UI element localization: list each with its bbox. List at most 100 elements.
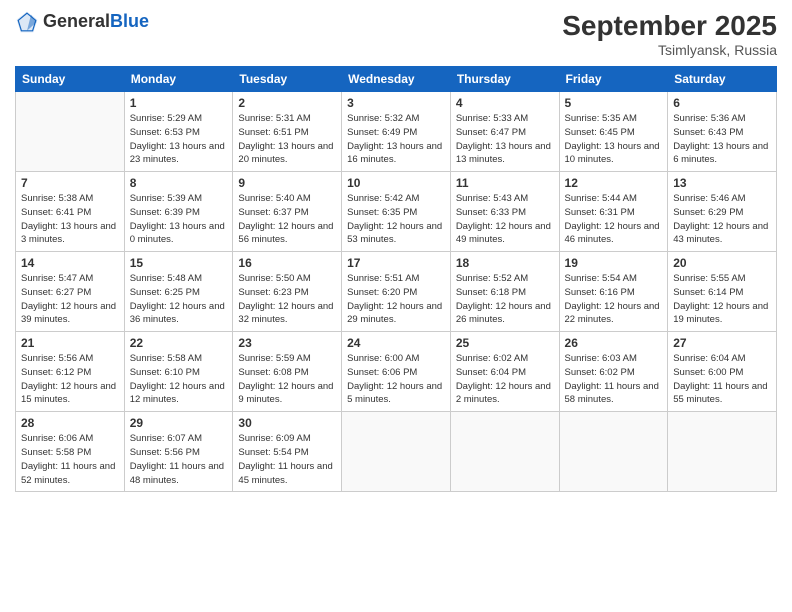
day-number: 5 (565, 96, 663, 110)
day-number: 10 (347, 176, 445, 190)
calendar-table: SundayMondayTuesdayWednesdayThursdayFrid… (15, 66, 777, 492)
cell-info: Sunrise: 5:59 AMSunset: 6:08 PMDaylight:… (238, 352, 336, 407)
calendar-cell: 2 Sunrise: 5:31 AMSunset: 6:51 PMDaylight… (233, 92, 342, 172)
day-number: 27 (673, 336, 771, 350)
calendar-cell: 28 Sunrise: 6:06 AMSunset: 5:58 PMDayligh… (16, 412, 125, 492)
calendar-cell: 13Sunrise: 5:46 AMSunset: 6:29 PMDayligh… (668, 172, 777, 252)
day-number: 18 (456, 256, 554, 270)
cell-info: Sunrise: 6:03 AMSunset: 6:02 PMDaylight:… (565, 352, 663, 407)
calendar-cell: 26 Sunrise: 6:03 AMSunset: 6:02 PMDayligh… (559, 332, 668, 412)
cell-info: Sunrise: 6:04 AMSunset: 6:00 PMDaylight:… (673, 352, 771, 407)
logo-general: General (43, 11, 110, 31)
page: GeneralBlue September 2025 Tsimlyansk, R… (0, 0, 792, 612)
calendar-cell: 11Sunrise: 5:43 AMSunset: 6:33 PMDayligh… (450, 172, 559, 252)
calendar-cell (342, 412, 451, 492)
cell-info: Sunrise: 6:06 AMSunset: 5:58 PMDaylight:… (21, 432, 119, 487)
day-number: 21 (21, 336, 119, 350)
week-row-3: 14Sunrise: 5:47 AMSunset: 6:27 PMDayligh… (16, 252, 777, 332)
cell-info: Sunrise: 5:47 AMSunset: 6:27 PMDaylight:… (21, 272, 119, 327)
calendar-cell: 1 Sunrise: 5:29 AMSunset: 6:53 PMDaylight… (124, 92, 233, 172)
calendar-cell: 14Sunrise: 5:47 AMSunset: 6:27 PMDayligh… (16, 252, 125, 332)
cell-info: Sunrise: 5:32 AMSunset: 6:49 PMDaylight:… (347, 112, 445, 167)
weekday-header-wednesday: Wednesday (342, 67, 451, 92)
calendar-cell: 16Sunrise: 5:50 AMSunset: 6:23 PMDayligh… (233, 252, 342, 332)
calendar-cell: 8Sunrise: 5:39 AMSunset: 6:39 PMDaylight… (124, 172, 233, 252)
weekday-header-sunday: Sunday (16, 67, 125, 92)
cell-info: Sunrise: 5:43 AMSunset: 6:33 PMDaylight:… (456, 192, 554, 247)
cell-info: Sunrise: 5:33 AMSunset: 6:47 PMDaylight:… (456, 112, 554, 167)
location: Tsimlyansk, Russia (562, 42, 777, 58)
week-row-5: 28 Sunrise: 6:06 AMSunset: 5:58 PMDayligh… (16, 412, 777, 492)
cell-info: Sunrise: 5:52 AMSunset: 6:18 PMDaylight:… (456, 272, 554, 327)
day-number: 8 (130, 176, 228, 190)
weekday-header-friday: Friday (559, 67, 668, 92)
calendar-cell (559, 412, 668, 492)
calendar-cell: 6 Sunrise: 5:36 AMSunset: 6:43 PMDaylight… (668, 92, 777, 172)
calendar-cell: 24Sunrise: 6:00 AMSunset: 6:06 PMDayligh… (342, 332, 451, 412)
cell-info: Sunrise: 5:48 AMSunset: 6:25 PMDaylight:… (130, 272, 228, 327)
calendar-cell: 7 Sunrise: 5:38 AMSunset: 6:41 PMDaylight… (16, 172, 125, 252)
calendar-cell: 9Sunrise: 5:40 AMSunset: 6:37 PMDaylight… (233, 172, 342, 252)
calendar-cell (450, 412, 559, 492)
calendar-cell: 21 Sunrise: 5:56 AMSunset: 6:12 PMDayligh… (16, 332, 125, 412)
cell-info: Sunrise: 5:31 AMSunset: 6:51 PMDaylight:… (238, 112, 336, 167)
month-title: September 2025 (562, 10, 777, 42)
day-number: 13 (673, 176, 771, 190)
day-number: 6 (673, 96, 771, 110)
calendar-cell: 17Sunrise: 5:51 AMSunset: 6:20 PMDayligh… (342, 252, 451, 332)
day-number: 2 (238, 96, 336, 110)
cell-info: Sunrise: 5:38 AMSunset: 6:41 PMDaylight:… (21, 192, 119, 247)
weekday-header-thursday: Thursday (450, 67, 559, 92)
calendar-cell: 15 Sunrise: 5:48 AMSunset: 6:25 PMDayligh… (124, 252, 233, 332)
day-number: 29 (130, 416, 228, 430)
cell-info: Sunrise: 6:07 AMSunset: 5:56 PMDaylight:… (130, 432, 228, 487)
calendar-cell (16, 92, 125, 172)
title-block: September 2025 Tsimlyansk, Russia (562, 10, 777, 58)
day-number: 24 (347, 336, 445, 350)
calendar-cell: 19 Sunrise: 5:54 AMSunset: 6:16 PMDayligh… (559, 252, 668, 332)
day-number: 26 (565, 336, 663, 350)
cell-info: Sunrise: 5:56 AMSunset: 6:12 PMDaylight:… (21, 352, 119, 407)
calendar-cell: 25 Sunrise: 6:02 AMSunset: 6:04 PMDayligh… (450, 332, 559, 412)
calendar-cell (668, 412, 777, 492)
week-row-2: 7 Sunrise: 5:38 AMSunset: 6:41 PMDaylight… (16, 172, 777, 252)
calendar-cell: 20Sunrise: 5:55 AMSunset: 6:14 PMDayligh… (668, 252, 777, 332)
cell-info: Sunrise: 5:54 AMSunset: 6:16 PMDaylight:… (565, 272, 663, 327)
calendar-cell: 4 Sunrise: 5:33 AMSunset: 6:47 PMDaylight… (450, 92, 559, 172)
day-number: 25 (456, 336, 554, 350)
cell-info: Sunrise: 5:51 AMSunset: 6:20 PMDaylight:… (347, 272, 445, 327)
cell-info: Sunrise: 5:36 AMSunset: 6:43 PMDaylight:… (673, 112, 771, 167)
week-row-1: 1 Sunrise: 5:29 AMSunset: 6:53 PMDaylight… (16, 92, 777, 172)
cell-info: Sunrise: 5:42 AMSunset: 6:35 PMDaylight:… (347, 192, 445, 247)
day-number: 1 (130, 96, 228, 110)
cell-info: Sunrise: 5:50 AMSunset: 6:23 PMDaylight:… (238, 272, 336, 327)
calendar-cell: 30Sunrise: 6:09 AMSunset: 5:54 PMDayligh… (233, 412, 342, 492)
day-number: 22 (130, 336, 228, 350)
day-number: 7 (21, 176, 119, 190)
calendar-cell: 23 Sunrise: 5:59 AMSunset: 6:08 PMDayligh… (233, 332, 342, 412)
logo-text: GeneralBlue (43, 12, 149, 32)
day-number: 3 (347, 96, 445, 110)
week-row-4: 21 Sunrise: 5:56 AMSunset: 6:12 PMDayligh… (16, 332, 777, 412)
day-number: 23 (238, 336, 336, 350)
day-number: 28 (21, 416, 119, 430)
calendar-cell: 10 Sunrise: 5:42 AMSunset: 6:35 PMDayligh… (342, 172, 451, 252)
day-number: 15 (130, 256, 228, 270)
cell-info: Sunrise: 5:40 AMSunset: 6:37 PMDaylight:… (238, 192, 336, 247)
header: GeneralBlue September 2025 Tsimlyansk, R… (15, 10, 777, 58)
logo-icon (15, 10, 39, 34)
calendar-cell: 29 Sunrise: 6:07 AMSunset: 5:56 PMDayligh… (124, 412, 233, 492)
calendar-cell: 22Sunrise: 5:58 AMSunset: 6:10 PMDayligh… (124, 332, 233, 412)
calendar-cell: 12 Sunrise: 5:44 AMSunset: 6:31 PMDayligh… (559, 172, 668, 252)
cell-info: Sunrise: 6:09 AMSunset: 5:54 PMDaylight:… (238, 432, 336, 487)
day-number: 19 (565, 256, 663, 270)
day-number: 4 (456, 96, 554, 110)
calendar-cell: 5Sunrise: 5:35 AMSunset: 6:45 PMDaylight… (559, 92, 668, 172)
calendar-cell: 18 Sunrise: 5:52 AMSunset: 6:18 PMDayligh… (450, 252, 559, 332)
cell-info: Sunrise: 5:29 AMSunset: 6:53 PMDaylight:… (130, 112, 228, 167)
day-number: 12 (565, 176, 663, 190)
cell-info: Sunrise: 6:02 AMSunset: 6:04 PMDaylight:… (456, 352, 554, 407)
cell-info: Sunrise: 5:44 AMSunset: 6:31 PMDaylight:… (565, 192, 663, 247)
logo-blue: Blue (110, 11, 149, 31)
logo: GeneralBlue (15, 10, 149, 34)
